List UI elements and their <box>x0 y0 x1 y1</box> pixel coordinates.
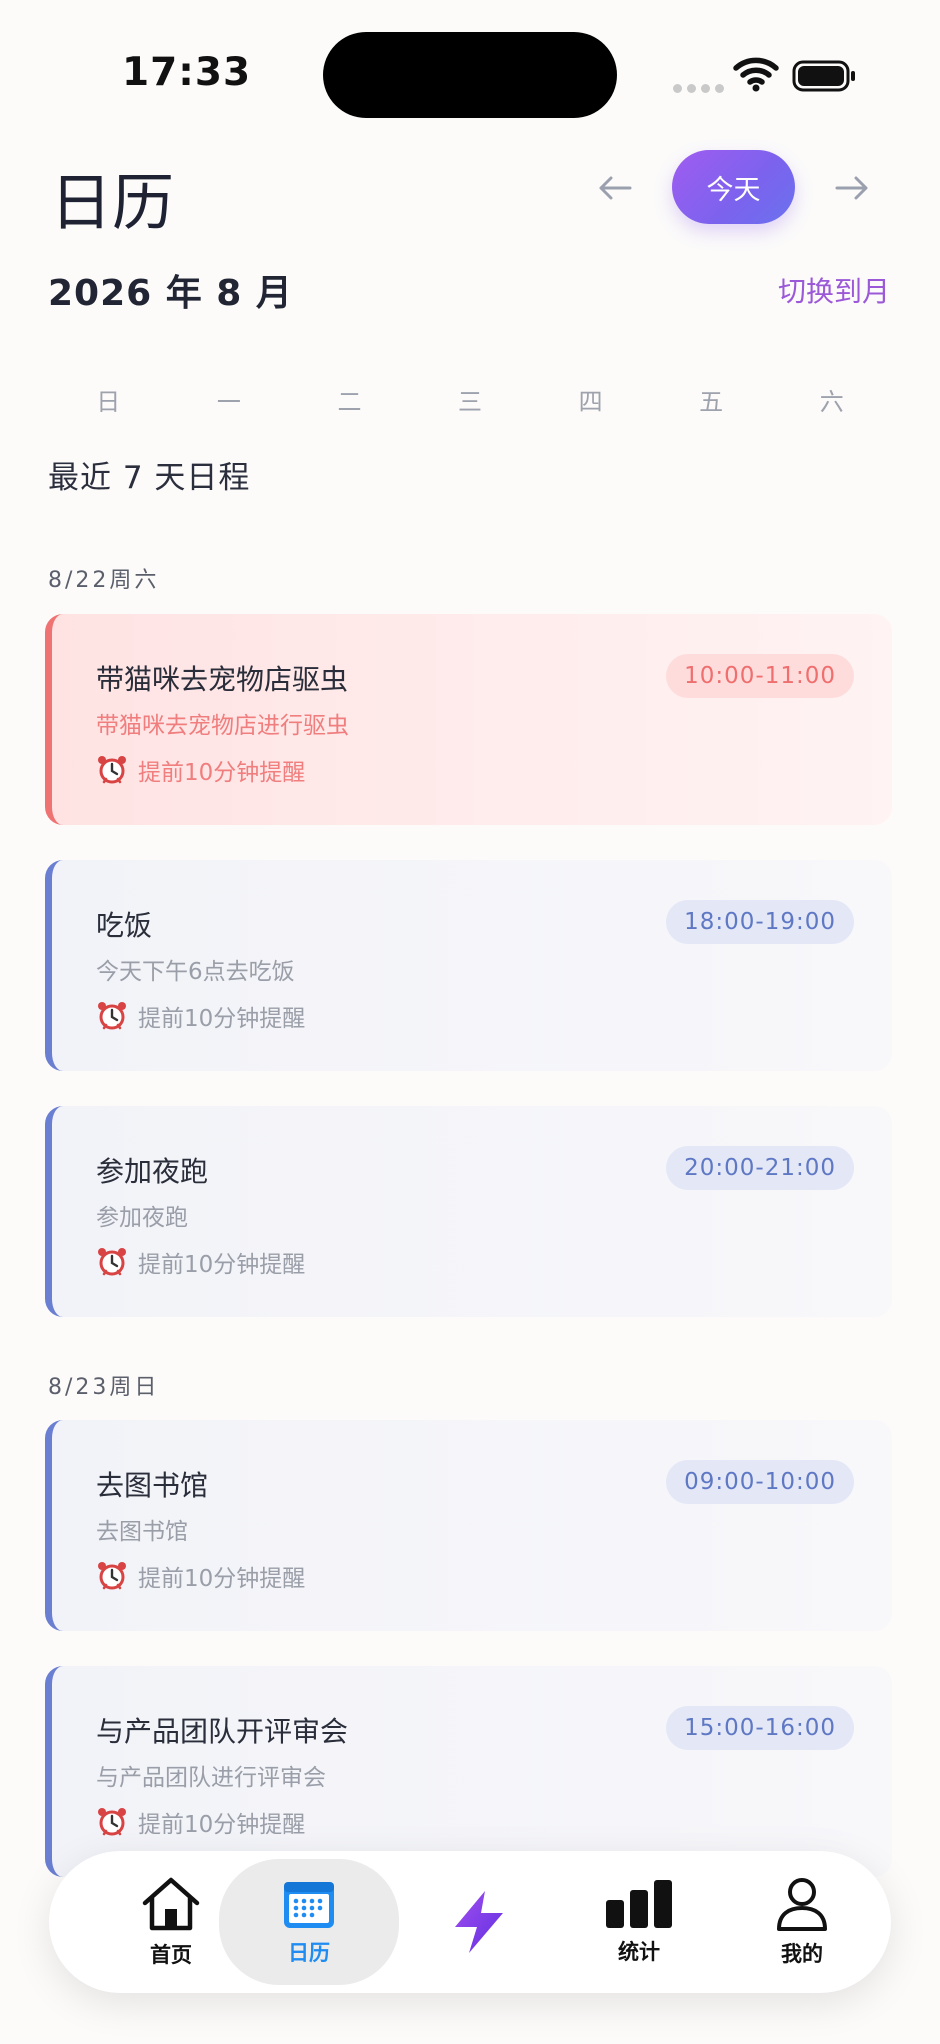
status-bar: 17:33 <box>0 0 940 150</box>
user-icon <box>777 1878 827 1931</box>
event-time-badge: 18:00-19:00 <box>666 900 854 944</box>
event-card[interactable]: 去图书馆 去图书馆 提前10分钟提醒 09:00-10:00 <box>45 1420 892 1631</box>
reminder-text: 提前10分钟提醒 <box>138 1006 306 1032</box>
event-card[interactable]: 带猫咪去宠物店驱虫 带猫咪去宠物店进行驱虫 提前10分钟提醒 10:00-11:… <box>45 614 892 825</box>
alarm-clock-icon <box>98 1808 126 1836</box>
event-time-badge: 15:00-16:00 <box>666 1706 854 1750</box>
day-header: 8/22周六 <box>48 568 160 593</box>
event-reminder: 提前10分钟提醒 <box>96 1245 305 1279</box>
next-button[interactable] <box>832 165 872 211</box>
event-reminder: 提前10分钟提醒 <box>96 1559 305 1593</box>
event-description: 带猫咪去宠物店进行驱虫 <box>96 713 349 739</box>
weekday-label: 四 <box>578 388 603 416</box>
event-card[interactable]: 与产品团队开评审会 与产品团队进行评审会 提前10分钟提醒 15:00-16:0… <box>45 1666 892 1877</box>
arrow-right-icon <box>835 176 868 200</box>
event-time-badge: 20:00-21:00 <box>666 1146 854 1190</box>
status-time: 17:33 <box>122 50 252 95</box>
battery-icon <box>792 60 855 92</box>
reminder-text: 提前10分钟提醒 <box>138 1812 306 1838</box>
alarm-clock-icon <box>98 756 126 784</box>
signal-icon <box>673 84 724 93</box>
today-button[interactable]: 今天 <box>672 150 795 224</box>
event-description: 去图书馆 <box>96 1519 188 1545</box>
bar-chart-icon <box>606 1880 672 1928</box>
arrow-left-icon <box>599 176 632 200</box>
event-card[interactable]: 吃饭 今天下午6点去吃饭 提前10分钟提醒 18:00-19:00 <box>45 860 892 1071</box>
section-title: 最近 7 天日程 <box>48 460 251 496</box>
page-title: 日历 <box>50 166 175 239</box>
weekday-header: 日 一 二 三 四 五 六 <box>48 382 892 417</box>
event-time-badge: 10:00-11:00 <box>666 654 854 698</box>
tab-label: 首页 <box>150 1943 192 1967</box>
switch-to-month-link[interactable]: 切换到月 <box>778 270 890 310</box>
wifi-icon <box>733 57 779 92</box>
alarm-clock-icon <box>98 1248 126 1276</box>
tab-bar: 首页 日历 统计 我的 <box>49 1851 891 1993</box>
reminder-text: 提前10分钟提醒 <box>138 1566 306 1592</box>
prev-button[interactable] <box>595 165 635 211</box>
tab-quick-action[interactable] <box>419 1851 539 1993</box>
event-description: 参加夜跑 <box>96 1205 188 1231</box>
weekday-label: 六 <box>819 388 844 416</box>
event-title: 与产品团队开评审会 <box>96 1715 349 1748</box>
event-description: 与产品团队进行评审会 <box>96 1765 326 1791</box>
month-label: 2026 年 8 月 <box>48 273 293 314</box>
event-time-badge: 09:00-10:00 <box>666 1460 854 1504</box>
event-reminder: 提前10分钟提醒 <box>96 1805 305 1839</box>
tab-statistics[interactable]: 统计 <box>569 1851 709 1993</box>
event-reminder: 提前10分钟提醒 <box>96 999 305 1033</box>
weekday-label: 一 <box>216 388 241 416</box>
event-card[interactable]: 参加夜跑 参加夜跑 提前10分钟提醒 20:00-21:00 <box>45 1106 892 1317</box>
lightning-icon <box>455 1891 503 1953</box>
weekday-label: 二 <box>337 388 362 416</box>
tab-profile[interactable]: 我的 <box>732 1851 872 1993</box>
tab-label: 我的 <box>781 1942 823 1966</box>
dynamic-island <box>323 32 617 118</box>
tab-label: 统计 <box>618 1940 660 1964</box>
event-title: 参加夜跑 <box>96 1155 209 1188</box>
weekday-label: 五 <box>699 388 724 416</box>
home-icon <box>142 1877 200 1931</box>
event-title: 吃饭 <box>96 909 153 942</box>
event-title: 去图书馆 <box>96 1469 209 1502</box>
weekday-label: 日 <box>96 388 121 416</box>
weekday-label: 三 <box>458 388 483 416</box>
event-title: 带猫咪去宠物店驱虫 <box>96 663 349 696</box>
alarm-clock-icon <box>98 1002 126 1030</box>
reminder-text: 提前10分钟提醒 <box>138 1252 306 1278</box>
alarm-clock-icon <box>98 1562 126 1590</box>
tab-label: 日历 <box>288 1941 330 1965</box>
reminder-text: 提前10分钟提醒 <box>138 760 306 786</box>
event-description: 今天下午6点去吃饭 <box>96 959 295 985</box>
event-reminder: 提前10分钟提醒 <box>96 753 305 787</box>
day-header: 8/23周日 <box>48 1375 160 1400</box>
tab-calendar[interactable]: 日历 <box>219 1859 399 1985</box>
calendar-icon <box>284 1882 334 1928</box>
